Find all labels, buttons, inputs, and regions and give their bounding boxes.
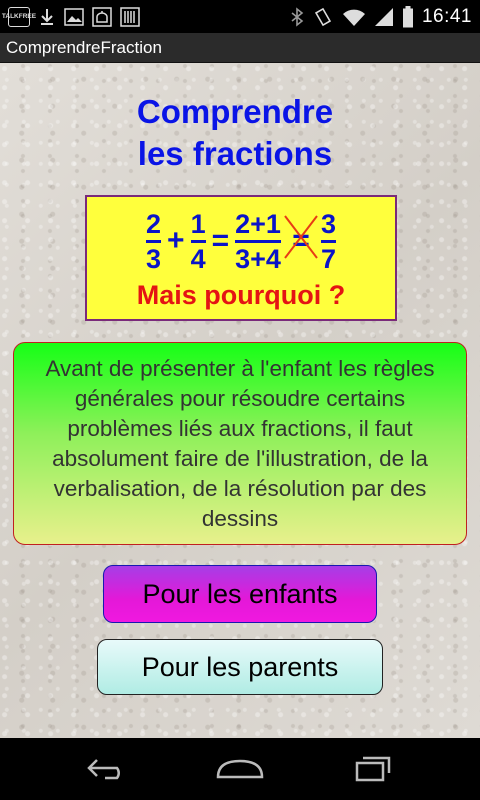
for-children-button[interactable]: Pour les enfants — [103, 565, 377, 623]
back-button[interactable] — [77, 749, 137, 789]
status-bar: TALK FREE 16:41 — [0, 0, 480, 33]
fraction-4: 3 7 — [320, 208, 336, 274]
app-name: ComprendreFraction — [6, 37, 162, 57]
plus-sign: + — [167, 224, 185, 257]
wifi-icon — [342, 7, 366, 27]
recent-apps-button[interactable] — [343, 749, 403, 789]
fraction-4-denominator: 7 — [320, 243, 336, 274]
crossed-equals-sign: = — [284, 215, 318, 259]
info-text: Avant de présenter à l'enfant les règles… — [45, 355, 435, 531]
fraction-bar — [320, 239, 336, 243]
fraction-2-numerator: 1 — [190, 208, 206, 239]
fraction-1-denominator: 3 — [146, 243, 162, 274]
question-text: Mais pourquoi ? — [136, 280, 346, 310]
fraction-2-denominator: 4 — [190, 243, 206, 274]
mosque-icon — [92, 6, 112, 27]
fraction-4-numerator: 3 — [320, 208, 336, 239]
page-title-line2: les fractions — [137, 135, 333, 172]
download-icon — [38, 7, 56, 27]
battery-icon — [402, 5, 414, 28]
fraction-bar — [146, 239, 162, 243]
equation-box: 2 3 + 1 4 = 2+1 3+4 = 3 7 Mais pourquoi … — [85, 195, 397, 321]
fraction-1-numerator: 2 — [146, 208, 162, 239]
fraction-equation: 2 3 + 1 4 = 2+1 3+4 = 3 7 — [87, 205, 395, 277]
back-icon — [86, 759, 120, 780]
for-parents-label: Pour les parents — [141, 651, 339, 682]
notification-icons: TALK FREE — [2, 6, 140, 27]
navigation-bar — [0, 738, 480, 800]
talk-free-icon: TALK FREE — [2, 6, 36, 27]
fraction-bar — [190, 239, 206, 243]
fraction-2: 1 4 — [190, 208, 206, 274]
fraction-1: 2 3 — [146, 208, 162, 274]
home-icon — [216, 759, 264, 779]
equals-sign: = — [211, 224, 230, 257]
main-content: Comprendre les fractions 2 3 + 1 4 = 2+1… — [0, 63, 480, 738]
fraction-3-denominator: 3+4 — [235, 243, 281, 274]
bluetooth-icon — [290, 6, 304, 27]
info-box: Avant de présenter à l'enfant les règles… — [13, 342, 467, 545]
page-title: Comprendre les fractions — [0, 91, 470, 175]
recent-apps-icon — [356, 756, 391, 782]
system-icons: 16:41 — [290, 5, 472, 28]
home-button[interactable] — [210, 749, 270, 789]
page-title-line1: Comprendre — [136, 93, 334, 130]
fraction-bar — [235, 239, 281, 243]
vibrate-icon — [312, 7, 334, 27]
for-parents-button[interactable]: Pour les parents — [97, 639, 383, 695]
barcode-icon — [120, 6, 140, 27]
for-children-label: Pour les enfants — [142, 578, 338, 609]
fraction-3: 2+1 3+4 — [235, 209, 281, 274]
signal-icon — [374, 7, 394, 27]
fraction-3-numerator: 2+1 — [235, 208, 281, 239]
image-icon — [64, 7, 84, 26]
app-title-bar: ComprendreFraction — [0, 33, 480, 63]
clock: 16:41 — [421, 5, 472, 27]
cross-out-icon — [284, 215, 318, 259]
